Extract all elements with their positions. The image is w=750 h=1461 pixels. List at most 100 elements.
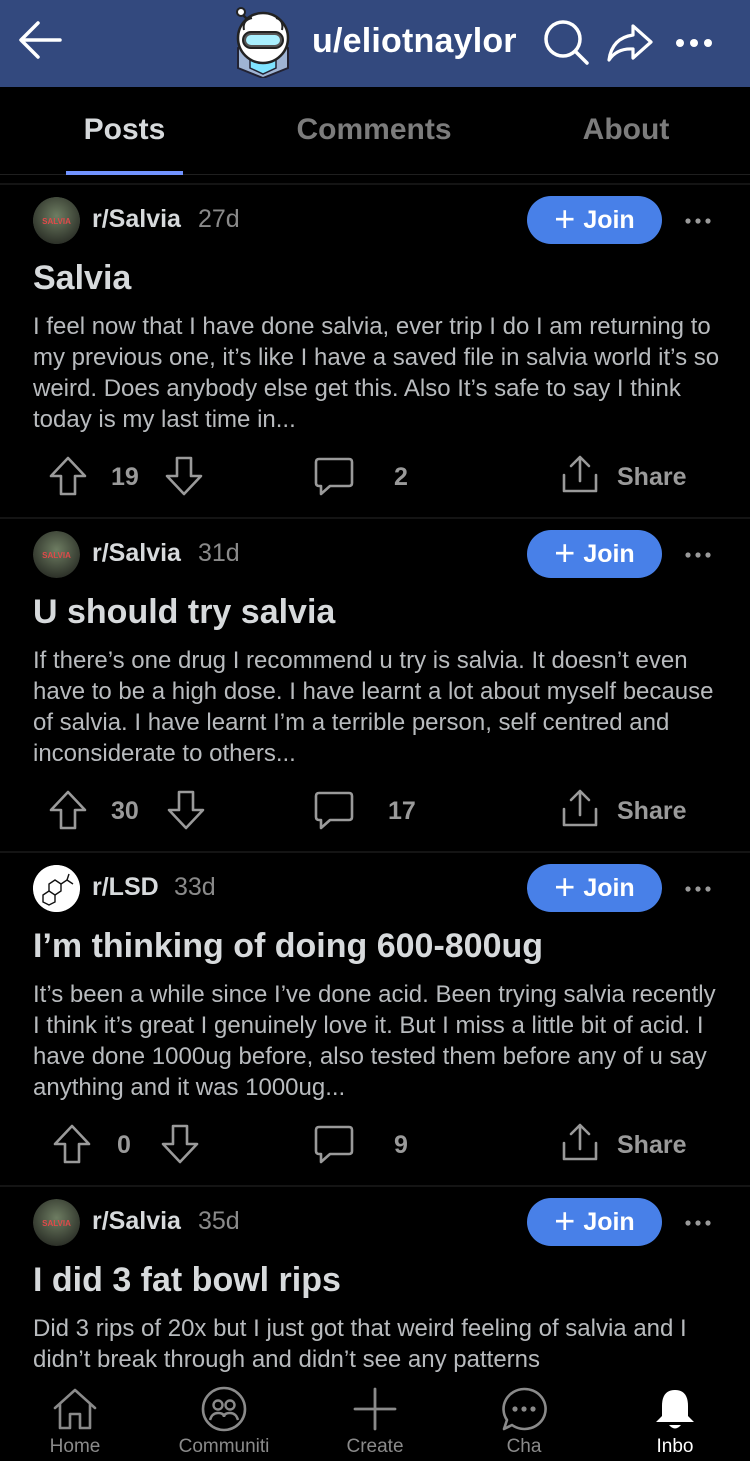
- post-card[interactable]: SALVIA r/Salvia 35d + Join I did 3 fat b…: [0, 1185, 750, 1372]
- chat-icon: [502, 1387, 547, 1431]
- search-icon: [544, 20, 589, 65]
- plus-icon: +: [554, 531, 576, 573]
- user-avatar[interactable]: [230, 6, 296, 80]
- share-label[interactable]: Share: [617, 463, 686, 492]
- post-title[interactable]: I did 3 fat bowl rips: [33, 1261, 341, 1300]
- profile-username: u/eliotnaylor: [312, 22, 517, 60]
- post-more-button[interactable]: [680, 871, 716, 907]
- nav-label: Cha: [506, 1436, 542, 1457]
- tab-comments[interactable]: Comments: [274, 113, 474, 147]
- subreddit-name[interactable]: r/Salvia: [92, 539, 181, 568]
- subreddit-icon[interactable]: SALVIA: [33, 1199, 80, 1246]
- comment-bubble-icon: [314, 791, 354, 830]
- vote-count: 19: [111, 463, 139, 491]
- post-body[interactable]: If there’s one drug I recommend u try is…: [33, 645, 723, 769]
- comment-count: 17: [388, 797, 416, 825]
- join-button[interactable]: + Join: [527, 530, 662, 578]
- subreddit-name[interactable]: r/LSD: [92, 873, 159, 902]
- subreddit-name[interactable]: r/Salvia: [92, 1207, 181, 1236]
- subreddit-icon[interactable]: SALVIA: [33, 197, 80, 244]
- post-card[interactable]: r/LSD 33d + Join I’m thinking of doing 6…: [0, 851, 750, 1185]
- comment-bubble-icon: [314, 457, 354, 496]
- post-more-button[interactable]: [680, 1205, 716, 1241]
- share-button[interactable]: [560, 453, 600, 495]
- nav-chat[interactable]: Cha: [464, 1386, 584, 1458]
- subreddit-name[interactable]: r/Salvia: [92, 205, 181, 234]
- share-upload-icon: [562, 455, 598, 493]
- downvote-button[interactable]: [164, 455, 204, 497]
- comments-button[interactable]: [313, 789, 355, 831]
- nav-inbox[interactable]: Inbo: [615, 1386, 735, 1458]
- nav-home[interactable]: Home: [15, 1386, 135, 1458]
- post-card[interactable]: SALVIA r/Salvia 27d + Join Salvia I feel…: [0, 183, 750, 517]
- post-title[interactable]: U should try salvia: [33, 593, 335, 632]
- share-button[interactable]: [560, 1121, 600, 1163]
- profile-header: u/eliotnaylor: [0, 0, 750, 87]
- svg-text:SALVIA: SALVIA: [42, 217, 71, 226]
- share-label[interactable]: Share: [617, 1131, 686, 1160]
- post-title[interactable]: Salvia: [33, 259, 131, 298]
- nav-label: Create: [346, 1436, 404, 1457]
- nav-label: Home: [49, 1436, 101, 1457]
- back-button[interactable]: [14, 14, 66, 66]
- share-upload-icon: [562, 789, 598, 827]
- vote-count: 0: [117, 1131, 131, 1159]
- downvote-arrow-icon: [167, 790, 205, 830]
- post-body[interactable]: Did 3 rips of 20x but I just got that we…: [33, 1313, 723, 1372]
- vote-count: 30: [111, 797, 139, 825]
- join-label: Join: [583, 873, 635, 902]
- plus-icon: +: [554, 865, 576, 907]
- share-button[interactable]: [560, 787, 600, 829]
- more-horizontal-icon: [685, 552, 711, 558]
- active-tab-indicator: [66, 171, 183, 175]
- upvote-button[interactable]: [48, 789, 88, 831]
- svg-text:SALVIA: SALVIA: [42, 551, 71, 560]
- post-more-button[interactable]: [680, 203, 716, 239]
- nav-create[interactable]: Create: [315, 1386, 435, 1458]
- downvote-arrow-icon: [161, 1124, 199, 1164]
- share-arrow-icon: [607, 24, 653, 62]
- create-icon: [353, 1387, 397, 1431]
- subreddit-icon[interactable]: SALVIA: [33, 531, 80, 578]
- more-horizontal-icon: [676, 39, 712, 47]
- more-options-button[interactable]: [668, 16, 720, 68]
- post-age: 33d: [174, 873, 216, 901]
- share-profile-button[interactable]: [603, 16, 655, 68]
- svg-text:SALVIA: SALVIA: [42, 1219, 71, 1228]
- share-label[interactable]: Share: [617, 797, 686, 826]
- comment-count: 9: [394, 1131, 408, 1159]
- post-title[interactable]: I’m thinking of doing 600-800ug: [33, 927, 543, 966]
- tab-posts[interactable]: Posts: [66, 113, 183, 147]
- nav-label: Communiti: [178, 1436, 270, 1457]
- more-horizontal-icon: [685, 1220, 711, 1226]
- post-body[interactable]: It’s been a while since I’ve done acid. …: [33, 979, 723, 1103]
- search-button[interactable]: [540, 16, 592, 68]
- subreddit-icon[interactable]: [33, 865, 80, 912]
- nav-communities[interactable]: Communiti: [164, 1386, 284, 1458]
- upvote-arrow-icon: [49, 790, 87, 830]
- more-horizontal-icon: [685, 218, 711, 224]
- nav-label: Inbo: [656, 1436, 694, 1457]
- post-card[interactable]: SALVIA r/Salvia 31d + Join U should try …: [0, 517, 750, 851]
- home-icon: [53, 1388, 97, 1430]
- bottom-navigation: Home Communiti Create Cha Inbo: [0, 1372, 750, 1461]
- upvote-button[interactable]: [48, 455, 88, 497]
- more-horizontal-icon: [685, 886, 711, 892]
- upvote-button[interactable]: [52, 1123, 92, 1165]
- bell-icon: [656, 1390, 694, 1429]
- post-more-button[interactable]: [680, 537, 716, 573]
- post-age: 27d: [198, 205, 240, 233]
- join-label: Join: [583, 539, 635, 568]
- molecule-icon: [33, 865, 80, 912]
- plus-icon: +: [554, 197, 576, 239]
- tab-about[interactable]: About: [560, 113, 692, 147]
- join-button[interactable]: + Join: [527, 196, 662, 244]
- post-body[interactable]: I feel now that I have done salvia, ever…: [33, 311, 723, 435]
- join-button[interactable]: + Join: [527, 1198, 662, 1246]
- downvote-arrow-icon: [165, 456, 203, 496]
- downvote-button[interactable]: [160, 1123, 200, 1165]
- comments-button[interactable]: [313, 1123, 355, 1165]
- downvote-button[interactable]: [166, 789, 206, 831]
- comments-button[interactable]: [313, 455, 355, 497]
- join-button[interactable]: + Join: [527, 864, 662, 912]
